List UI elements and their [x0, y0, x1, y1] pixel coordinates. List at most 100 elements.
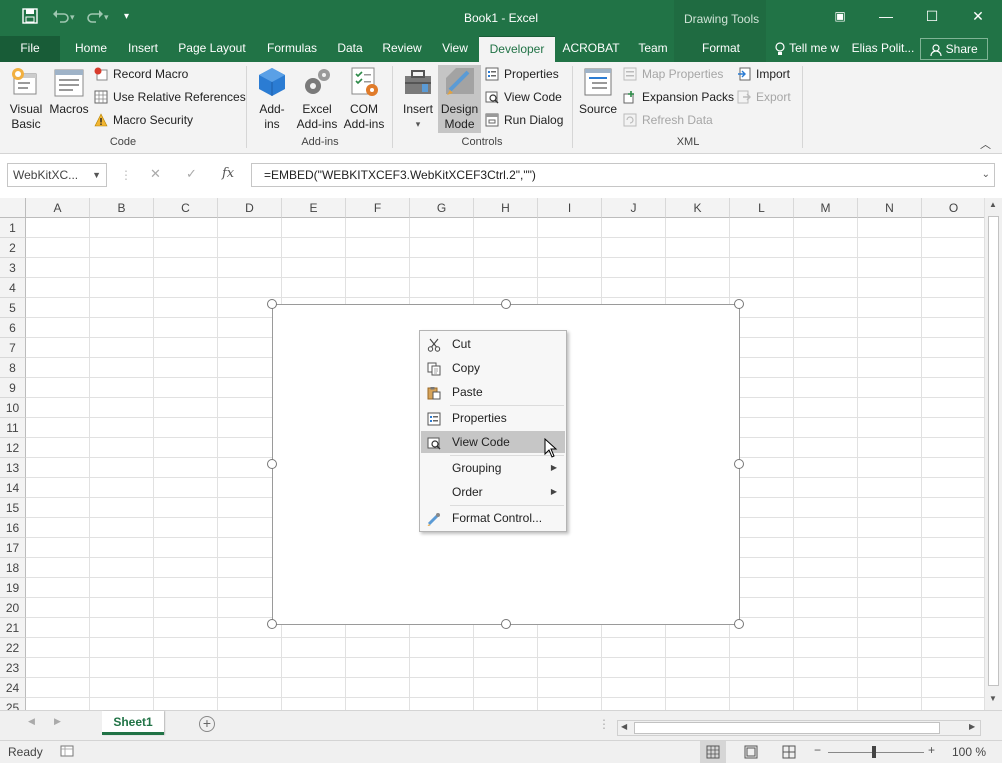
ribbon-display-options-icon[interactable]: ▣	[817, 0, 863, 32]
zoom-slider-track[interactable]	[828, 752, 924, 753]
row-header[interactable]: 25	[0, 698, 26, 710]
row-header[interactable]: 18	[0, 558, 26, 578]
resize-handle-bottom-left[interactable]	[267, 619, 277, 629]
row-header[interactable]: 9	[0, 378, 26, 398]
resize-handle-left[interactable]	[267, 459, 277, 469]
excel-add-ins-button[interactable]: Excel Add-ins	[294, 66, 340, 132]
sheet-tab[interactable]: Sheet1	[102, 711, 164, 735]
menu-item-paste[interactable]: Paste	[421, 381, 565, 403]
zoom-level[interactable]: 100 %	[952, 745, 986, 759]
tab-home[interactable]: Home	[66, 36, 116, 62]
column-header[interactable]: N	[858, 198, 922, 218]
view-code-button[interactable]: View Code	[485, 87, 562, 107]
row-header[interactable]: 1	[0, 218, 26, 238]
zoom-out-button[interactable]: −	[814, 743, 821, 757]
column-header[interactable]: L	[730, 198, 794, 218]
use-relative-references-button[interactable]: Use Relative References	[94, 87, 246, 107]
macro-recording-icon[interactable]	[60, 744, 74, 761]
maximize-button[interactable]: ☐	[909, 0, 955, 32]
row-header[interactable]: 23	[0, 658, 26, 678]
row-header[interactable]: 8	[0, 358, 26, 378]
row-header[interactable]: 12	[0, 438, 26, 458]
com-add-ins-button[interactable]: COM Add-ins	[340, 66, 388, 132]
row-header[interactable]: 21	[0, 618, 26, 638]
scroll-down-icon[interactable]: ▼	[989, 694, 997, 703]
vertical-scrollbar[interactable]: ▲ ▼	[984, 198, 1002, 710]
enter-button[interactable]: ✓	[186, 166, 197, 182]
new-sheet-icon[interactable]: +	[199, 716, 215, 732]
row-header[interactable]: 20	[0, 598, 26, 618]
menu-item-properties[interactable]: Properties	[421, 407, 565, 429]
menu-item-cut[interactable]: Cut	[421, 333, 565, 355]
add-ins-button[interactable]: Add- ins	[252, 66, 292, 132]
tab-page-layout[interactable]: Page Layout	[170, 36, 254, 62]
horizontal-scroll-thumb[interactable]	[634, 722, 940, 734]
tab-format[interactable]: Format	[690, 36, 752, 62]
tab-developer[interactable]: Developer	[479, 36, 555, 62]
resize-handle-top-left[interactable]	[267, 299, 277, 309]
macro-security-button[interactable]: Macro Security	[94, 110, 193, 130]
refresh-data-button[interactable]: Refresh Data	[623, 110, 713, 130]
menu-item-copy[interactable]: Copy	[421, 357, 565, 379]
tab-file[interactable]: File	[0, 36, 60, 62]
close-button[interactable]: ✕	[955, 0, 1001, 32]
split-grip-icon[interactable]: ⋮	[598, 717, 610, 731]
run-dialog-button[interactable]: Run Dialog	[485, 110, 563, 130]
scroll-sheets-right-icon[interactable]: ▶	[54, 716, 61, 727]
row-header[interactable]: 11	[0, 418, 26, 438]
column-header[interactable]: B	[90, 198, 154, 218]
name-box-dropdown-icon[interactable]: ▼	[92, 164, 101, 186]
row-header[interactable]: 15	[0, 498, 26, 518]
row-header[interactable]: 5	[0, 298, 26, 318]
horizontal-scrollbar[interactable]: ◀ ▶	[617, 720, 981, 736]
row-header[interactable]: 7	[0, 338, 26, 358]
row-header[interactable]: 22	[0, 638, 26, 658]
resize-handle-bottom[interactable]	[501, 619, 511, 629]
scroll-right-icon[interactable]: ▶	[969, 722, 975, 731]
row-header[interactable]: 4	[0, 278, 26, 298]
zoom-in-button[interactable]: +	[928, 743, 935, 757]
row-header[interactable]: 6	[0, 318, 26, 338]
collapse-ribbon-icon[interactable]: ︿	[980, 136, 991, 152]
column-header[interactable]: O	[922, 198, 984, 218]
column-header[interactable]: G	[410, 198, 474, 218]
zoom-slider-thumb[interactable]	[872, 746, 876, 758]
name-box[interactable]: WebKitXC... ▼	[7, 163, 107, 187]
visual-basic-button[interactable]: Visual Basic	[4, 66, 48, 132]
map-properties-button[interactable]: Map Properties	[623, 64, 723, 84]
column-header[interactable]: I	[538, 198, 602, 218]
import-button[interactable]: Import	[737, 64, 790, 84]
tab-review[interactable]: Review	[374, 36, 430, 62]
row-header[interactable]: 17	[0, 538, 26, 558]
column-header[interactable]: F	[346, 198, 410, 218]
design-mode-button[interactable]: Design Mode	[438, 66, 481, 132]
row-header[interactable]: 10	[0, 398, 26, 418]
vertical-scroll-thumb[interactable]	[988, 216, 999, 686]
tab-data[interactable]: Data	[330, 36, 370, 62]
tell-me-box[interactable]: Tell me w	[774, 36, 846, 62]
cancel-entry-button[interactable]: ✕	[150, 166, 161, 182]
resize-handle-right[interactable]	[734, 459, 744, 469]
page-break-preview-button[interactable]	[782, 745, 796, 762]
expansion-packs-button[interactable]: Expansion Packs	[623, 87, 734, 107]
scroll-left-icon[interactable]: ◀	[621, 722, 627, 731]
select-all-button[interactable]	[0, 198, 26, 218]
tab-formulas[interactable]: Formulas	[258, 36, 326, 62]
insert-controls-button[interactable]: Insert ▾	[398, 66, 438, 132]
row-header[interactable]: 19	[0, 578, 26, 598]
row-header[interactable]: 16	[0, 518, 26, 538]
menu-item-order[interactable]: Order ▶	[421, 481, 565, 503]
resize-handle-top-right[interactable]	[734, 299, 744, 309]
column-header[interactable]: H	[474, 198, 538, 218]
scroll-up-icon[interactable]: ▲	[989, 200, 997, 209]
export-button[interactable]: Export	[737, 87, 791, 107]
minimize-button[interactable]: —	[863, 0, 909, 32]
column-header[interactable]: D	[218, 198, 282, 218]
column-header[interactable]: M	[794, 198, 858, 218]
formula-input[interactable]: =EMBED("WEBKITXCEF3.WebKitXCEF3Ctrl.2","…	[251, 163, 995, 187]
resize-handle-bottom-right[interactable]	[734, 619, 744, 629]
record-macro-button[interactable]: Record Macro	[94, 64, 188, 84]
column-header[interactable]: J	[602, 198, 666, 218]
row-header[interactable]: 3	[0, 258, 26, 278]
row-header[interactable]: 13	[0, 458, 26, 478]
